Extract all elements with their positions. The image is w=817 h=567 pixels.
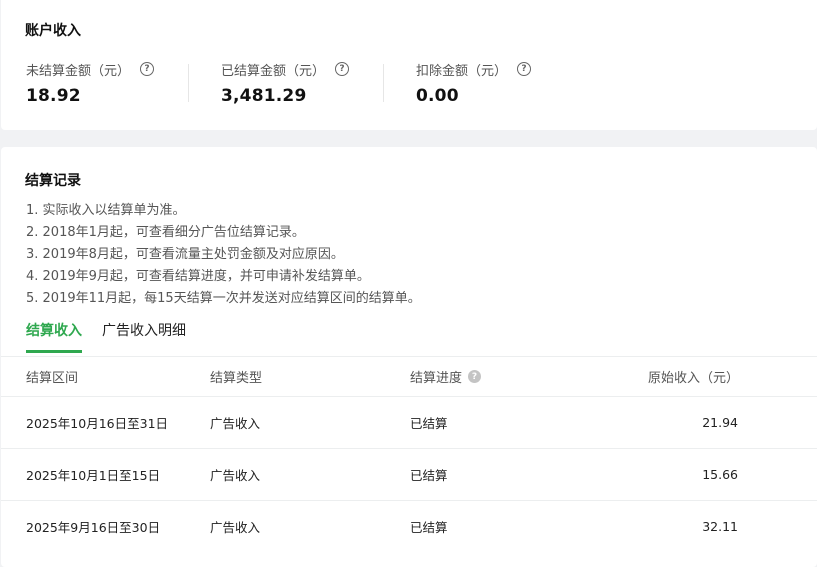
cell-period: 2025年10月16日至31日 bbox=[26, 416, 169, 431]
deducted-amount-label: 扣除金额（元） bbox=[416, 63, 508, 79]
tab-settlement-income[interactable]: 结算收入 bbox=[26, 321, 82, 353]
settlement-records-card: 结算记录 1. 实际收入以结算单为准。 2. 2018年1月起，可查看细分广告位… bbox=[1, 147, 817, 567]
stat-divider bbox=[383, 64, 384, 102]
account-income-title: 账户收入 bbox=[25, 23, 81, 39]
settled-amount-stat: 已结算金额（元） ? 3,481.29 bbox=[221, 60, 350, 106]
cell-income: 15.66 bbox=[702, 467, 738, 482]
table-header-row: 结算区间 结算类型 结算进度 ? 原始收入（元） bbox=[1, 356, 817, 396]
header-type: 结算类型 bbox=[210, 371, 263, 386]
unsettled-amount-value: 18.92 bbox=[26, 86, 81, 106]
cell-progress: 已结算 bbox=[410, 416, 448, 431]
note-item: 4. 2019年9月起，可查看结算进度，并可申请补发结算单。 bbox=[26, 269, 370, 284]
cell-progress: 已结算 bbox=[410, 520, 448, 535]
settlement-records-title: 结算记录 bbox=[25, 173, 81, 189]
unsettled-amount-stat: 未结算金额（元） ? 18.92 bbox=[26, 60, 155, 106]
settlement-table: 结算区间 结算类型 结算进度 ? 原始收入（元） 2025年10月16日至31日… bbox=[1, 356, 817, 552]
header-original-income: 原始收入（元） bbox=[648, 371, 740, 386]
cell-income: 32.11 bbox=[702, 519, 738, 534]
question-circle-icon[interactable]: ? bbox=[335, 62, 350, 76]
cell-income: 21.94 bbox=[702, 415, 738, 430]
note-item: 3. 2019年8月起，可查看流量主处罚金额及对应原因。 bbox=[26, 247, 344, 262]
table-row: 2025年10月1日至15日 广告收入 已结算 15.66 bbox=[1, 448, 817, 500]
table-row: 2025年10月16日至31日 广告收入 已结算 21.94 bbox=[1, 396, 817, 448]
cell-period: 2025年9月16日至30日 bbox=[26, 520, 161, 535]
note-item: 1. 实际收入以结算单为准。 bbox=[26, 203, 186, 218]
header-progress-label: 结算进度 bbox=[410, 371, 463, 386]
deducted-amount-value: 0.00 bbox=[416, 86, 459, 106]
records-tabs: 结算收入 广告收入明细 bbox=[26, 321, 206, 353]
stat-divider bbox=[188, 64, 189, 102]
header-period: 结算区间 bbox=[26, 371, 79, 386]
header-progress: 结算进度 ? bbox=[410, 357, 482, 396]
account-income-card: 账户收入 未结算金额（元） ? 18.92 已结算金额（元） ? 3,481.2… bbox=[1, 0, 817, 130]
settled-amount-label: 已结算金额（元） bbox=[221, 63, 326, 79]
table-row: 2025年9月16日至30日 广告收入 已结算 32.11 bbox=[1, 500, 817, 552]
question-circle-icon[interactable]: ? bbox=[140, 62, 155, 76]
tab-ad-income-detail[interactable]: 广告收入明细 bbox=[102, 321, 186, 353]
cell-type: 广告收入 bbox=[210, 468, 261, 483]
note-item: 5. 2019年11月起，每15天结算一次并发送对应结算区间的结算单。 bbox=[26, 291, 421, 306]
question-filled-icon[interactable]: ? bbox=[468, 370, 482, 383]
deducted-amount-stat: 扣除金额（元） ? 0.00 bbox=[416, 60, 532, 106]
note-item: 2. 2018年1月起，可查看细分广告位结算记录。 bbox=[26, 225, 305, 240]
unsettled-amount-label: 未结算金额（元） bbox=[26, 63, 131, 79]
cell-type: 广告收入 bbox=[210, 520, 261, 535]
settled-amount-value: 3,481.29 bbox=[221, 86, 307, 106]
settlement-notes: 1. 实际收入以结算单为准。 2. 2018年1月起，可查看细分广告位结算记录。… bbox=[26, 200, 421, 310]
cell-type: 广告收入 bbox=[210, 416, 261, 431]
cell-progress: 已结算 bbox=[410, 468, 448, 483]
question-circle-icon[interactable]: ? bbox=[517, 62, 532, 76]
cell-period: 2025年10月1日至15日 bbox=[26, 468, 161, 483]
